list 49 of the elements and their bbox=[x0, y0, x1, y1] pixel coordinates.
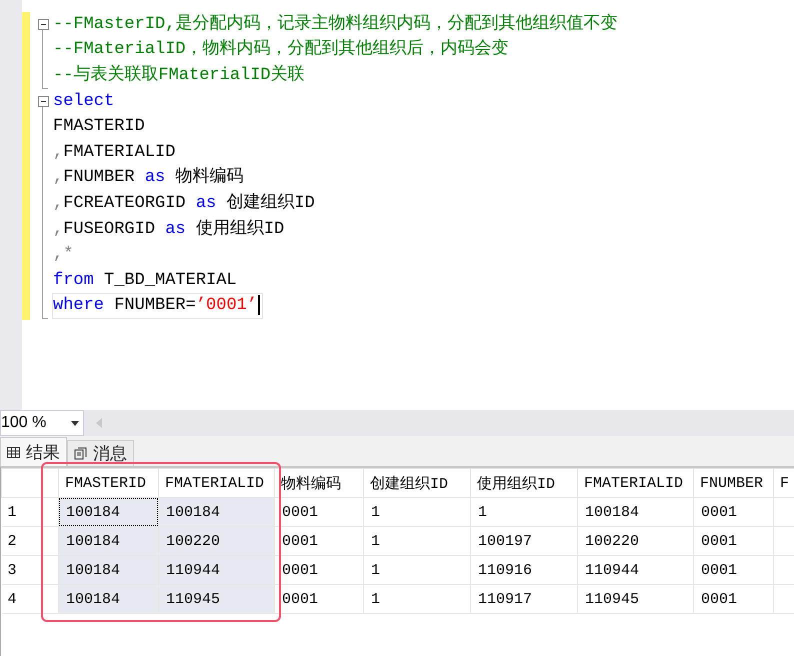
code-line: select bbox=[52, 90, 116, 113]
table-cell[interactable]: 100220 bbox=[578, 526, 694, 556]
table-cell[interactable]: 100220 bbox=[158, 526, 274, 556]
table-cell[interactable]: 100184 bbox=[578, 498, 694, 526]
table-cell[interactable]: 100184 bbox=[58, 498, 158, 526]
result-tab[interactable]: 消息 bbox=[67, 440, 134, 466]
caret-icon bbox=[71, 420, 79, 426]
table-cell[interactable]: 110917 bbox=[470, 584, 578, 614]
code-line: from T_BD_MATERIAL bbox=[52, 270, 238, 292]
table-cell[interactable]: 110945 bbox=[158, 584, 274, 614]
collapse-icon[interactable] bbox=[38, 19, 48, 30]
code-line: --FMasterID,是分配内码，记录主物料组织内码，分配到其他组织值不变 bbox=[52, 12, 618, 36]
table-cell[interactable]: 0001 bbox=[274, 498, 364, 526]
code-line: ,FNUMBER as 物料编码 bbox=[52, 166, 244, 190]
table-cell[interactable]: 100184 bbox=[158, 498, 274, 526]
table-cell[interactable]: 0001 bbox=[694, 498, 774, 526]
code-line: ,FUSEORGID as 使用组织ID bbox=[52, 218, 286, 241]
table-cell[interactable]: 0001 bbox=[694, 526, 774, 556]
table-cell[interactable]: 110944 bbox=[158, 556, 274, 584]
table-cell[interactable]: 1 bbox=[364, 526, 470, 556]
table-cell[interactable]: 1 bbox=[364, 498, 470, 526]
column-header[interactable]: FMATERIALID bbox=[578, 468, 694, 498]
table-cell[interactable]: 1 bbox=[364, 584, 470, 614]
code-line: --FMaterialID，物料内码，分配到其他组织后，内码会变 bbox=[52, 38, 510, 62]
table-cell[interactable]: 0001 bbox=[274, 584, 364, 614]
code-line: ,* bbox=[52, 244, 74, 266]
document-icon bbox=[74, 447, 87, 460]
collapse-icon[interactable] bbox=[38, 96, 48, 108]
table-cell[interactable]: 1 bbox=[470, 498, 578, 526]
table-cell[interactable]: 100184 bbox=[58, 556, 158, 584]
column-header[interactable]: FMATERIALID bbox=[158, 468, 274, 498]
table-cell[interactable]: 1 bbox=[364, 556, 470, 584]
table-cell[interactable]: 0001 bbox=[694, 556, 774, 584]
table-cell[interactable]: 110945 bbox=[578, 584, 694, 614]
table-cell[interactable]: 100197 bbox=[470, 526, 578, 556]
grid-icon bbox=[7, 446, 20, 458]
code-line: --与表关联取FMaterialID关联 bbox=[52, 64, 306, 87]
result-tab[interactable]: 结果 bbox=[0, 437, 67, 466]
table-cell[interactable]: 110916 bbox=[470, 556, 578, 584]
table-cell[interactable]: 110944 bbox=[578, 556, 694, 584]
table-cell[interactable]: 0001 bbox=[694, 584, 774, 614]
zoom-dropdown[interactable]: 100 % bbox=[0, 410, 84, 436]
code-line: ,FMATERIALID bbox=[52, 142, 176, 164]
table-cell[interactable]: 0001 bbox=[274, 526, 364, 556]
code-line: FMASTERID bbox=[52, 116, 146, 138]
table-cell[interactable]: 0001 bbox=[274, 556, 364, 584]
table-cell[interactable]: 100184 bbox=[58, 584, 158, 614]
table-cell[interactable]: 100184 bbox=[58, 526, 158, 556]
code-line: ,FCREATEORGID as 创建组织ID bbox=[52, 192, 316, 215]
